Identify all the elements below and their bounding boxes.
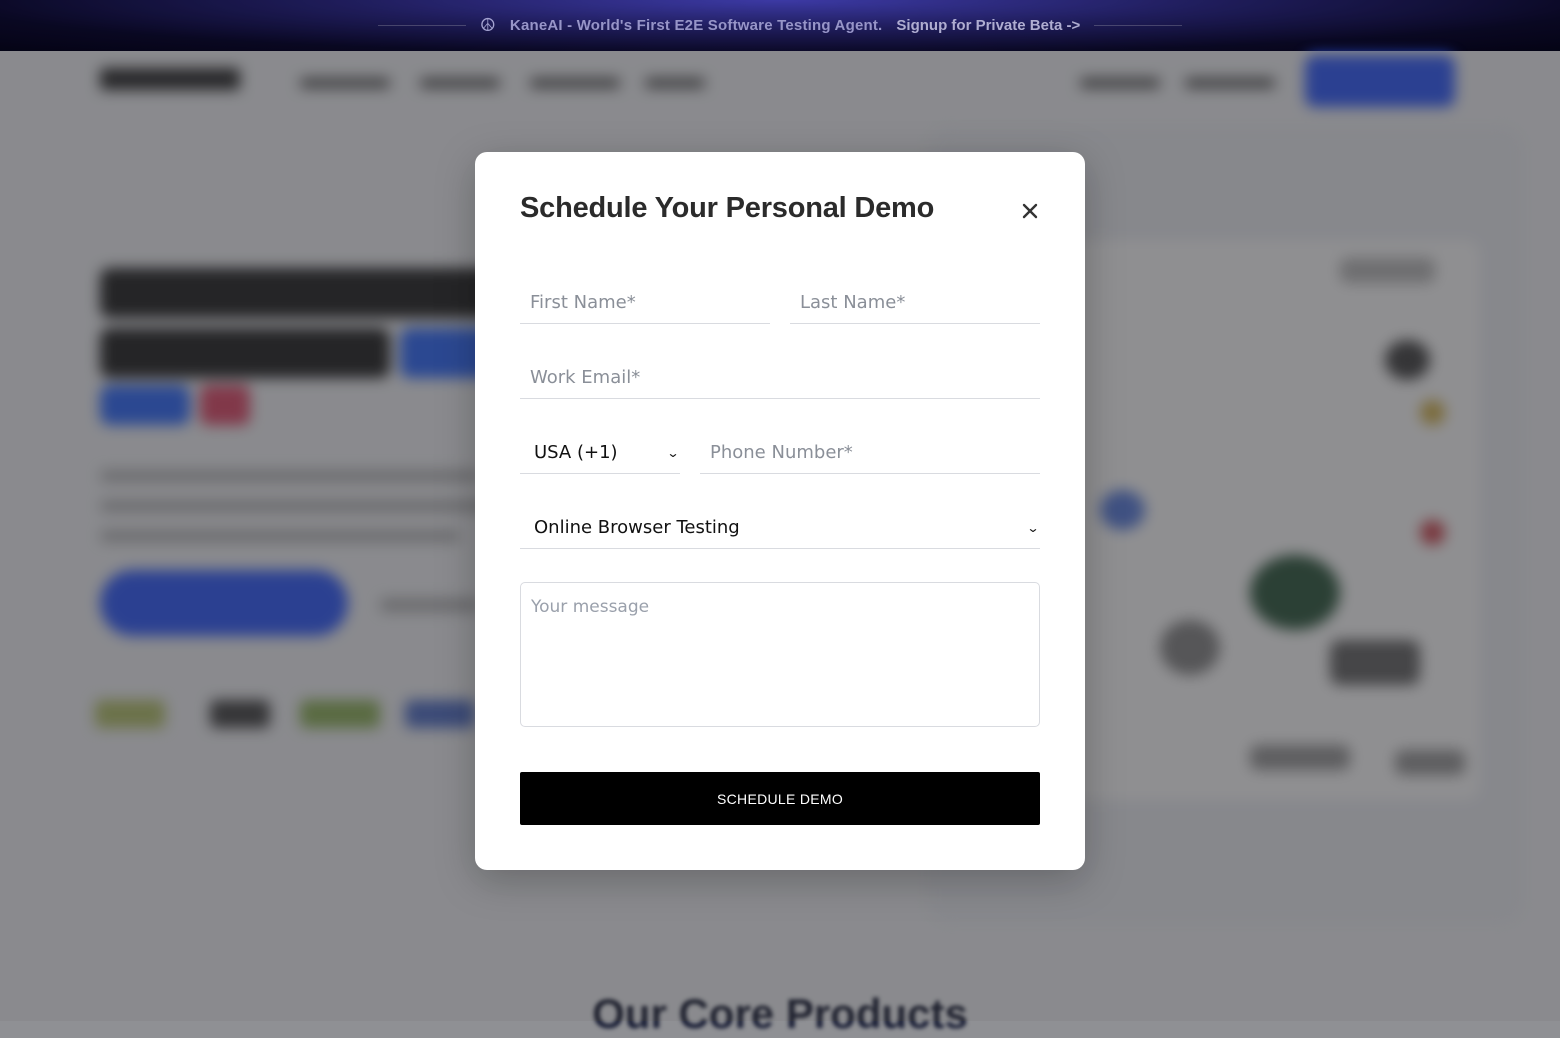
- modal-title: Schedule Your Personal Demo: [520, 192, 935, 224]
- chevron-down-icon: ⌄: [666, 445, 680, 460]
- last-name-input[interactable]: [790, 282, 1040, 324]
- message-textarea[interactable]: [520, 582, 1040, 727]
- first-name-input[interactable]: [520, 282, 770, 324]
- work-email-input[interactable]: [520, 357, 1040, 399]
- phone-number-input[interactable]: [700, 432, 1040, 474]
- product-select[interactable]: Online Browser Testing ⌄: [520, 507, 1040, 549]
- banner-dim: [0, 0, 1560, 51]
- schedule-demo-button[interactable]: SCHEDULE DEMO: [520, 772, 1040, 825]
- product-value: Online Browser Testing: [534, 517, 740, 538]
- schedule-demo-modal: Schedule Your Personal Demo USA (+1) ⌄ O…: [475, 152, 1085, 870]
- chevron-down-icon: ⌄: [1026, 520, 1040, 535]
- close-button[interactable]: [1015, 196, 1045, 226]
- country-code-select[interactable]: USA (+1) ⌄: [520, 432, 680, 474]
- country-code-value: USA (+1): [534, 442, 618, 463]
- close-icon: [1022, 203, 1038, 219]
